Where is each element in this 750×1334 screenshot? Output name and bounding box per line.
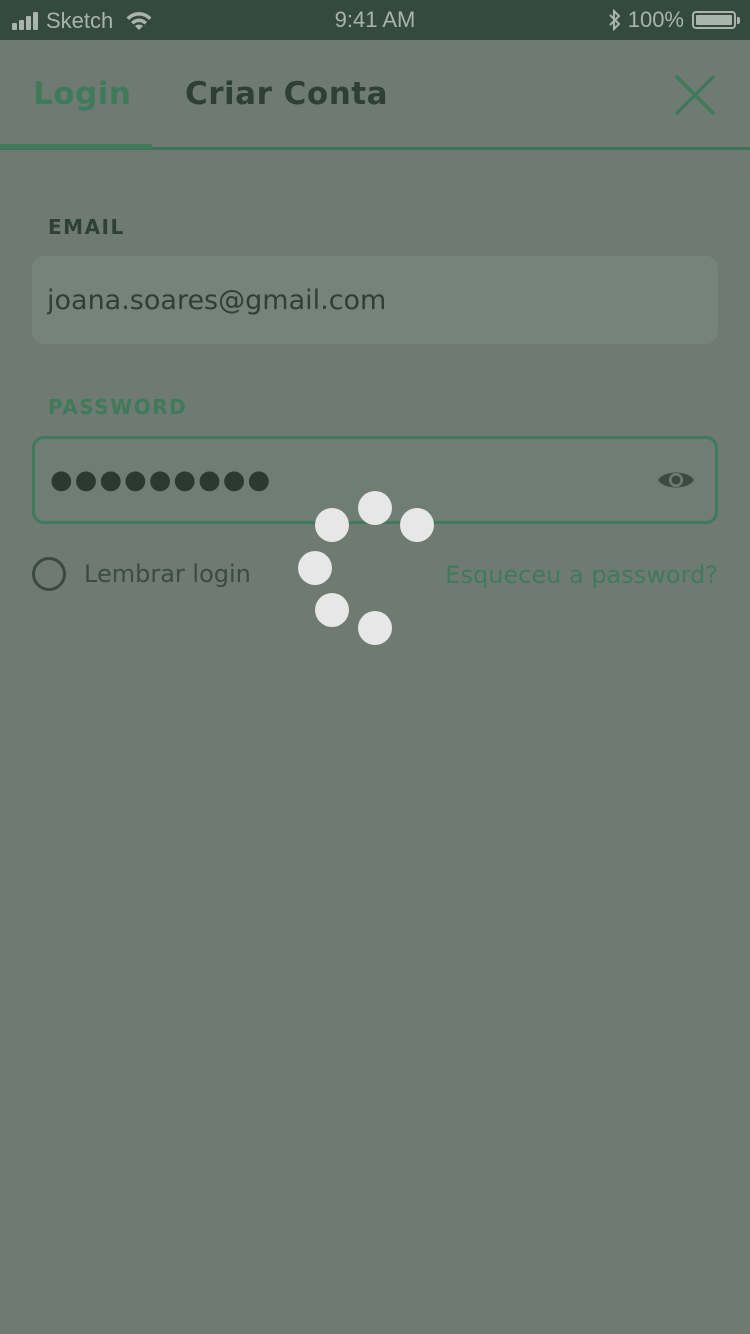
spinner-dot xyxy=(358,611,392,645)
active-tab-indicator xyxy=(0,144,152,149)
email-label: EMAIL xyxy=(48,215,125,239)
auth-tabs: Login Criar Conta xyxy=(0,40,750,150)
remember-login[interactable]: Lembrar login xyxy=(32,557,251,591)
password-label: PASSWORD xyxy=(48,395,188,419)
tab-login[interactable]: Login xyxy=(33,76,131,112)
email-field-container xyxy=(32,256,718,344)
bluetooth-icon xyxy=(609,9,621,31)
loading-spinner-icon xyxy=(0,0,750,1334)
email-field[interactable] xyxy=(47,256,647,344)
spinner-dot xyxy=(315,593,349,627)
remember-login-radio[interactable] xyxy=(32,557,66,591)
status-right: 100% xyxy=(608,7,740,33)
battery-percent: 100% xyxy=(627,7,684,32)
status-bar: Sketch 9:41 AM 100% xyxy=(0,0,750,40)
forgot-password-link[interactable]: Esqueceu a password? xyxy=(445,561,718,589)
tab-create-account[interactable]: Criar Conta xyxy=(185,76,388,112)
spinner-dot xyxy=(298,551,332,585)
close-icon[interactable] xyxy=(674,74,716,116)
password-field-container xyxy=(32,436,718,524)
password-field[interactable] xyxy=(50,439,650,521)
remember-login-label: Lembrar login xyxy=(84,560,251,588)
eye-icon[interactable] xyxy=(657,467,695,493)
battery-icon xyxy=(692,11,740,29)
